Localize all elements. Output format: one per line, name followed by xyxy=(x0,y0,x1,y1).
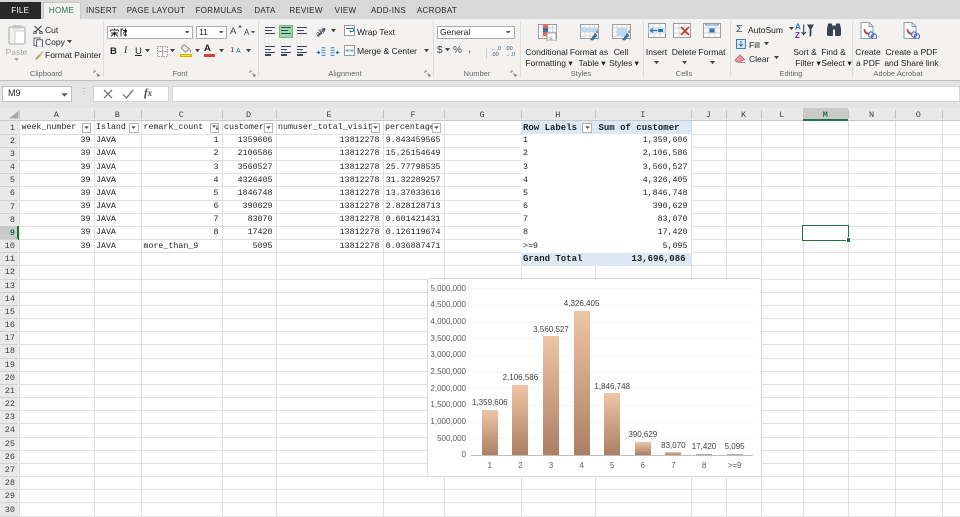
svg-text:ɪ: ɪ xyxy=(231,45,234,54)
svg-text:ab: ab xyxy=(315,26,327,37)
svg-text:Z: Z xyxy=(795,31,800,38)
svg-text:A: A xyxy=(236,48,241,54)
svg-text:≤: ≤ xyxy=(549,34,553,41)
